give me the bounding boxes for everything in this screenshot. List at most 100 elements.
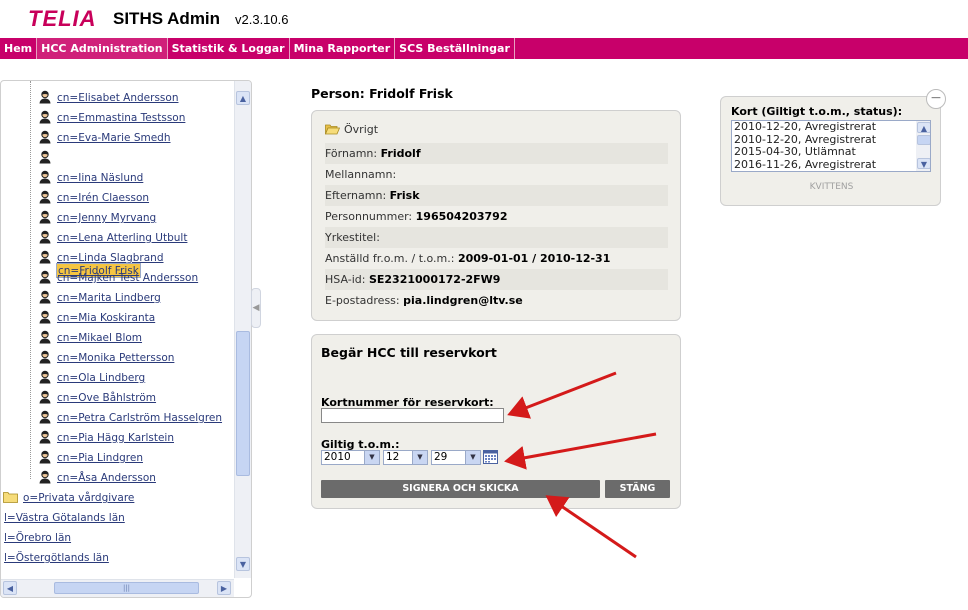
minimize-icon[interactable]: −: [926, 89, 946, 109]
month-value: 12: [386, 451, 400, 463]
tree-region-node[interactable]: l=Östergötlands län: [3, 548, 110, 568]
tree-person-link[interactable]: cn=Pia Lindgren: [56, 451, 144, 465]
tree-person-link[interactable]: cn=Mia Koskiranta: [56, 311, 156, 325]
user-icon: [39, 350, 51, 364]
tree-person-link[interactable]: cn=Ove Båhlström: [56, 391, 157, 405]
horizontal-scroll-thumb[interactable]: |||: [54, 582, 199, 594]
year-select[interactable]: 2010 ▼: [321, 450, 380, 465]
tree-person-node[interactable]: cn=Emmastina Testsson: [38, 108, 186, 128]
nav-statistik-loggar[interactable]: Statistik & Loggar: [168, 38, 290, 59]
chevron-down-icon: ▼: [465, 451, 480, 464]
person-field-row: E-postadress: pia.lindgren@ltv.se: [325, 290, 668, 311]
person-heading: Person: Fridolf Frisk: [311, 86, 453, 101]
vertical-scroll-thumb[interactable]: [236, 331, 250, 476]
nav-hem[interactable]: Hem: [0, 38, 38, 59]
scroll-down-icon[interactable]: ▼: [236, 557, 250, 571]
tree-person-link[interactable]: cn=Eva-Marie Smedh: [56, 131, 172, 145]
tree-person-link[interactable]: cn=Majken Test Andersson: [56, 271, 199, 285]
tree-person-node[interactable]: cn=Fridolf Frisk: [38, 148, 141, 278]
tree-vertical-scrollbar[interactable]: ▲ ▼: [234, 81, 251, 578]
panel-collapse-handle[interactable]: ◀: [251, 288, 261, 328]
month-select[interactable]: 12 ▼: [383, 450, 428, 465]
day-select[interactable]: 29 ▼: [431, 450, 481, 465]
field-label: Efternamn:: [325, 189, 387, 202]
tree-person-node[interactable]: cn=Elisabet Andersson: [38, 88, 179, 108]
tree-person-link[interactable]: cn=Monika Pettersson: [56, 351, 175, 365]
tree-person-link[interactable]: cn=Linda Slagbrand: [56, 251, 165, 265]
scroll-up-icon[interactable]: ▲: [917, 122, 930, 133]
tree-person-node[interactable]: cn=Petra Carlström Hasselgren: [38, 408, 223, 428]
tree-person-link[interactable]: cn=Emmastina Testsson: [56, 111, 186, 125]
tree-person-node[interactable]: cn=Irén Claesson: [38, 188, 150, 208]
tree-person-link[interactable]: cn=Mikael Blom: [56, 331, 143, 345]
receipt-link[interactable]: KVITTENS: [721, 182, 942, 192]
field-label: Anställd fr.o.m. / t.o.m.:: [325, 252, 455, 265]
tree-person-link[interactable]: cn=Irén Claesson: [56, 191, 150, 205]
tree-person-link[interactable]: cn=Elisabet Andersson: [56, 91, 179, 105]
tree-region-link[interactable]: l=Västra Götalands län: [3, 511, 126, 525]
tree-person-node[interactable]: cn=Ola Lindberg: [38, 368, 146, 388]
tree-person-link[interactable]: cn=Åsa Andersson: [56, 471, 157, 485]
close-button[interactable]: STÄNG: [605, 480, 670, 498]
card-list-title: Kort (Giltigt t.o.m., status):: [731, 105, 903, 118]
nav-scs-bestallningar[interactable]: SCS Beställningar: [395, 38, 515, 59]
user-icon: [39, 270, 51, 284]
card-item[interactable]: 2010-12-20, Avregistrerat: [732, 121, 930, 134]
scroll-up-icon[interactable]: ▲: [236, 91, 250, 105]
scroll-left-icon[interactable]: ◀: [3, 581, 17, 595]
tree-person-node[interactable]: cn=Monika Pettersson: [38, 348, 175, 368]
tree-person-node[interactable]: cn=Pia Hägg Karlstein: [38, 428, 175, 448]
tree-person-link[interactable]: cn=Petra Carlström Hasselgren: [56, 411, 223, 425]
tree-person-node[interactable]: cn=Linda Slagbrand: [38, 248, 165, 268]
calendar-icon[interactable]: [483, 449, 498, 464]
tree-person-link[interactable]: cn=Jenny Myrvang: [56, 211, 157, 225]
sign-and-send-button[interactable]: SIGNERA OCH SKICKA: [321, 480, 600, 498]
tree-person-node[interactable]: cn=Marita Lindberg: [38, 288, 162, 308]
nav-mina-rapporter[interactable]: Mina Rapporter: [290, 38, 396, 59]
tree-person-link[interactable]: cn=Marita Lindberg: [56, 291, 162, 305]
nav-hcc-administration[interactable]: HCC Administration: [37, 38, 168, 59]
user-icon: [39, 250, 51, 264]
user-icon: [39, 110, 51, 124]
tree-person-link[interactable]: cn=Lena Atterling Utbult: [56, 231, 188, 245]
card-list-scrollbar[interactable]: ▲ ▼: [916, 121, 930, 171]
tree-person-node[interactable]: cn=Mia Koskiranta: [38, 308, 156, 328]
tree-region-link[interactable]: l=Östergötlands län: [3, 551, 110, 565]
tree-person-node[interactable]: cn=Jenny Myrvang: [38, 208, 157, 228]
tree-region-node[interactable]: l=Västra Götalands län: [3, 508, 126, 528]
tree-person-node[interactable]: cn=Åsa Andersson: [38, 468, 157, 488]
scroll-down-icon[interactable]: ▼: [917, 158, 930, 169]
request-title: Begär HCC till reservkort: [321, 345, 497, 360]
user-icon: [39, 170, 51, 184]
user-icon: [39, 330, 51, 344]
card-item[interactable]: 2015-04-30, Utlämnat: [732, 145, 930, 159]
tree-person-link[interactable]: cn=Ola Lindberg: [56, 371, 146, 385]
tree-person-link[interactable]: cn=Iina Näslund: [56, 171, 144, 185]
scroll-right-icon[interactable]: ▶: [217, 581, 231, 595]
tree-horizontal-scrollbar[interactable]: ◀ ||| ▶: [1, 579, 234, 597]
card-listbox[interactable]: 2010-12-20, Avregistrerat 2010-12-20, Av…: [731, 120, 931, 172]
tree-person-node[interactable]: cn=Eva-Marie Smedh: [38, 128, 172, 148]
tree-folder-node[interactable]: o=Privata vårdgivare: [3, 488, 135, 508]
reserve-card-request-panel: Begär HCC till reservkort Kortnummer för…: [311, 334, 681, 509]
day-value: 29: [434, 451, 448, 463]
tree-person-node[interactable]: cn=Pia Lindgren: [38, 448, 144, 468]
tree-region-link[interactable]: l=Örebro län: [3, 531, 72, 545]
user-icon: [39, 290, 51, 304]
main-nav: Hem HCC Administration Statistik & Logga…: [0, 38, 968, 59]
card-list-scroll-thumb[interactable]: [917, 135, 930, 145]
tree-person-node[interactable]: cn=Mikael Blom: [38, 328, 143, 348]
tree-person-node[interactable]: cn=Majken Test Andersson: [38, 268, 199, 288]
card-number-input[interactable]: [321, 408, 504, 423]
section-label: Övrigt: [344, 123, 379, 136]
user-icon: [39, 210, 51, 224]
card-item[interactable]: 2016-11-26, Avregistrerat: [732, 158, 930, 172]
tree-person-node[interactable]: cn=Lena Atterling Utbult: [38, 228, 188, 248]
tree-person-node[interactable]: cn=Iina Näslund: [38, 168, 144, 188]
tree-folder-link[interactable]: o=Privata vårdgivare: [22, 491, 135, 505]
tree-person-link[interactable]: cn=Pia Hägg Karlstein: [56, 431, 175, 445]
tree-region-node[interactable]: l=Örebro län: [3, 528, 72, 548]
folder-open-icon: [325, 124, 340, 135]
tree-person-node[interactable]: cn=Ove Båhlström: [38, 388, 157, 408]
field-value: SE2321000172-2FW9: [368, 273, 501, 286]
